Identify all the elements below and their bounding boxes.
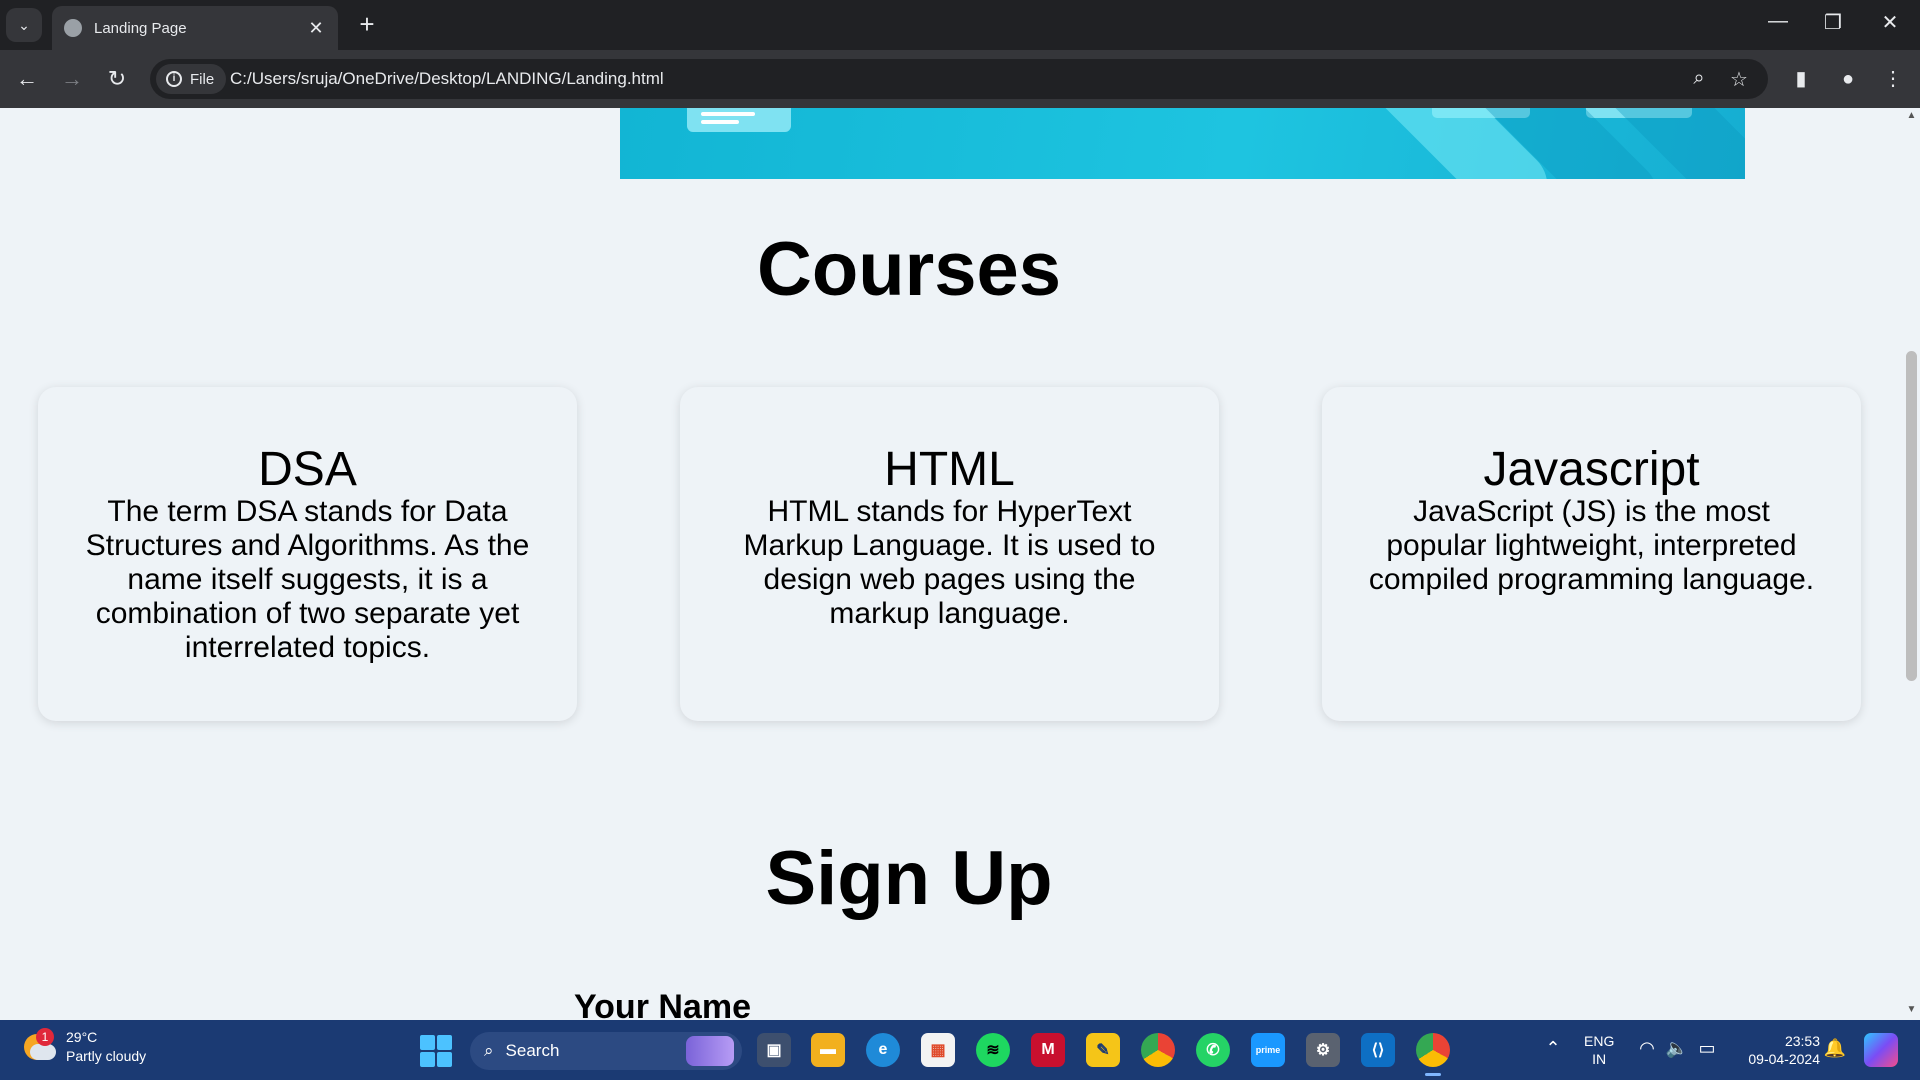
signup-heading: Sign Up: [765, 836, 1053, 921]
taskbar-search-box[interactable]: ⌕ Search: [470, 1032, 742, 1070]
page-scrollbar[interactable]: ▲ ▼: [1903, 108, 1920, 1020]
whatsapp-icon[interactable]: ✆: [1196, 1033, 1230, 1067]
sticky-notes-icon[interactable]: ✎: [1086, 1033, 1120, 1067]
chrome-icon[interactable]: [1141, 1033, 1175, 1067]
address-bar[interactable]: i File C:/Users/sruja/OneDrive/Desktop/L…: [150, 59, 1768, 99]
chevron-down-icon: ⌄: [18, 16, 30, 33]
back-button[interactable]: ←: [12, 64, 42, 94]
task-view-icon[interactable]: ▣: [757, 1033, 791, 1067]
clock-date[interactable]: 09-04-2024: [1736, 1050, 1820, 1068]
tab-title: Landing Page: [94, 19, 187, 37]
volume-icon[interactable]: 🔈: [1664, 1038, 1690, 1059]
weather-widget[interactable]: 1 29°C Partly cloudy: [22, 1028, 146, 1066]
file-explorer-icon[interactable]: ▬: [811, 1033, 845, 1067]
site-info-chip[interactable]: i File: [156, 64, 227, 94]
spotify-icon[interactable]: ≋: [976, 1033, 1010, 1067]
course-description: JavaScript (JS) is the most popular ligh…: [1368, 495, 1815, 596]
course-title: HTML: [884, 443, 1015, 496]
language-code[interactable]: ENG: [1584, 1032, 1614, 1050]
page-viewport: Courses DSA The term DSA stands for Data…: [0, 108, 1903, 1020]
app-utility-icon[interactable]: ⚙: [1306, 1033, 1340, 1067]
info-icon: i: [166, 71, 182, 87]
minimize-button[interactable]: —: [1758, 10, 1798, 33]
globe-icon: [64, 19, 82, 37]
bookmark-star-icon[interactable]: ☆: [1726, 67, 1752, 92]
language-region[interactable]: IN: [1584, 1050, 1614, 1068]
taskbar-search-label: Search: [505, 1041, 560, 1060]
notification-bell-icon[interactable]: 🔔: [1822, 1038, 1848, 1059]
course-title: DSA: [258, 443, 357, 496]
copilot-icon[interactable]: [1864, 1033, 1898, 1067]
course-description: HTML stands for HyperText Markup Languag…: [743, 495, 1156, 630]
course-card-dsa: DSA The term DSA stands for Data Structu…: [38, 387, 577, 721]
scroll-down-arrow-icon[interactable]: ▼: [1903, 1004, 1920, 1015]
restore-button[interactable]: ❐: [1813, 10, 1853, 35]
hero-banner-image: [620, 108, 1745, 179]
partly-cloudy-icon: 1: [22, 1028, 56, 1064]
scrollbar-thumb[interactable]: [1906, 351, 1917, 681]
clock-time[interactable]: 23:53: [1736, 1032, 1820, 1050]
reload-button[interactable]: ↻: [102, 64, 132, 94]
scroll-up-arrow-icon[interactable]: ▲: [1903, 110, 1920, 121]
close-tab-icon[interactable]: ✕: [306, 18, 326, 39]
browser-tab-strip: ⌄ Landing Page ✕ + — ❐ ✕: [0, 0, 1920, 50]
url-text[interactable]: C:/Users/sruja/OneDrive/Desktop/LANDING/…: [230, 69, 664, 89]
browser-tab[interactable]: Landing Page ✕: [52, 6, 338, 50]
windows-taskbar: 1 29°C Partly cloudy ⌕ Search ▣ ▬ e ▦ ≋ …: [0, 1020, 1920, 1080]
microsoft-store-icon[interactable]: ▦: [921, 1033, 955, 1067]
course-card-javascript: Javascript JavaScript (JS) is the most p…: [1322, 387, 1861, 721]
course-description: The term DSA stands for Data Structures …: [85, 495, 530, 664]
course-card-html: HTML HTML stands for HyperText Markup La…: [680, 387, 1219, 721]
weather-description: Partly cloudy: [66, 1048, 147, 1064]
mcafee-icon[interactable]: M: [1031, 1033, 1065, 1067]
wifi-icon[interactable]: ◠: [1634, 1038, 1660, 1059]
search-icon: ⌕: [484, 1041, 494, 1060]
show-hidden-icons-chevron-icon[interactable]: ⌃: [1540, 1038, 1566, 1059]
hero-card-illustration: [687, 108, 791, 132]
forward-button[interactable]: →: [57, 64, 87, 94]
edge-browser-icon[interactable]: e: [866, 1033, 900, 1067]
course-title: Javascript: [1483, 443, 1700, 496]
search-highlight-image: [686, 1036, 734, 1066]
profile-icon[interactable]: ●: [1833, 64, 1863, 94]
chrome-active-icon[interactable]: [1416, 1033, 1450, 1076]
battery-icon[interactable]: ▭: [1694, 1038, 1720, 1059]
weather-badge: 1: [36, 1028, 54, 1046]
windows-start-icon[interactable]: [420, 1035, 452, 1067]
close-window-button[interactable]: ✕: [1870, 10, 1910, 35]
prime-video-icon[interactable]: prime: [1251, 1033, 1285, 1067]
menu-kebab-icon[interactable]: ⋮: [1878, 64, 1908, 94]
side-panel-icon[interactable]: ▮: [1786, 64, 1816, 94]
site-info-label: File: [190, 70, 215, 88]
browser-toolbar: ← → ↻ i File C:/Users/sruja/OneDrive/Des…: [0, 50, 1920, 108]
weather-temperature: 29°C: [66, 1029, 98, 1045]
courses-heading: Courses: [756, 227, 1062, 312]
new-tab-button[interactable]: +: [352, 10, 382, 40]
name-field-label: Your Name: [574, 988, 751, 1020]
tab-search-button[interactable]: ⌄: [6, 8, 42, 42]
zoom-icon[interactable]: ⌕: [1686, 67, 1712, 90]
vscode-icon[interactable]: ⟨⟩: [1361, 1033, 1395, 1067]
